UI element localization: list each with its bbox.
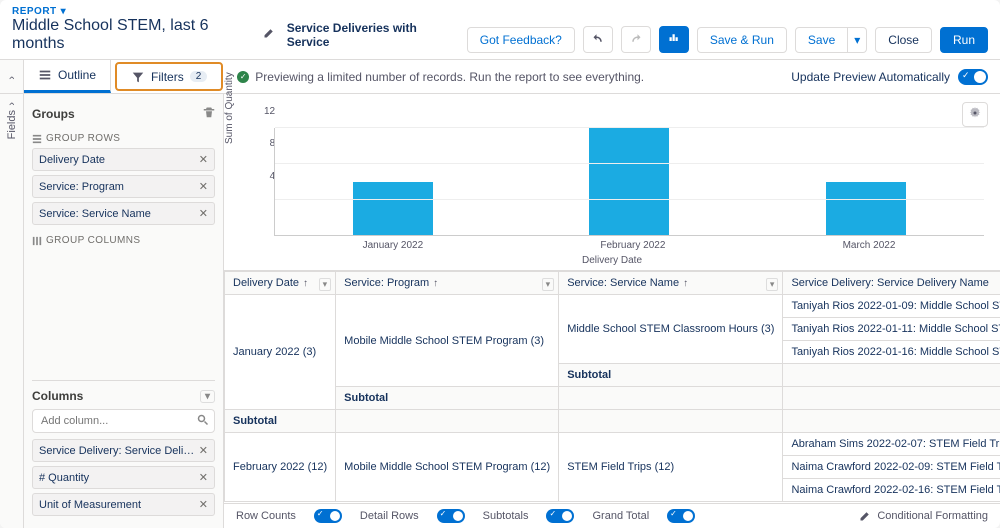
subtotal-row: Subtotal6 bbox=[225, 410, 1000, 433]
remove-icon[interactable]: ✕ bbox=[199, 444, 208, 457]
remove-icon[interactable]: ✕ bbox=[199, 498, 208, 511]
group-row-pill[interactable]: Delivery Date✕ bbox=[32, 148, 215, 171]
fields-gutter[interactable]: › Fields bbox=[0, 94, 24, 528]
preview-message: Previewing a limited number of records. … bbox=[255, 70, 644, 84]
auto-update-toggle[interactable] bbox=[958, 69, 988, 85]
chart-bar[interactable] bbox=[353, 182, 433, 236]
save-dropdown-button[interactable]: ▾ bbox=[848, 27, 867, 53]
group-row-pill[interactable]: Service: Program✕ bbox=[32, 175, 215, 198]
column-menu-icon[interactable]: ▾ bbox=[319, 278, 332, 291]
col-program[interactable]: Service: Program↑▾ bbox=[336, 272, 559, 295]
detail-rows-label: Detail Rows bbox=[360, 510, 419, 522]
remove-icon[interactable]: ✕ bbox=[199, 207, 208, 220]
rows-icon bbox=[32, 134, 42, 144]
tab-outline[interactable]: Outline bbox=[24, 60, 111, 93]
table-footer: Row Counts Detail Rows Subtotals Grand T… bbox=[224, 503, 1000, 528]
chart-plot bbox=[274, 128, 984, 236]
column-menu-icon[interactable]: ▾ bbox=[542, 278, 555, 291]
column-pill[interactable]: # Quantity✕ bbox=[32, 466, 215, 489]
pencil-icon[interactable] bbox=[263, 26, 275, 44]
save-button[interactable]: Save bbox=[795, 27, 848, 53]
filters-count-badge: 2 bbox=[190, 71, 208, 82]
chart-area: Sum of Quantity 12 8 4 bbox=[224, 94, 1000, 270]
report-table[interactable]: Delivery Date↑▾ Service: Program↑▾ Servi… bbox=[224, 270, 1000, 503]
remove-icon[interactable]: ✕ bbox=[199, 153, 208, 166]
caret-down-icon: ▾ bbox=[61, 6, 67, 17]
subtotals-label: Subtotals bbox=[483, 510, 529, 522]
outline-icon bbox=[38, 68, 52, 82]
chart-y-label: Sum of Quantity bbox=[224, 72, 235, 144]
remove-icon[interactable]: ✕ bbox=[199, 471, 208, 484]
col-delivery-date[interactable]: Delivery Date↑▾ bbox=[225, 272, 336, 295]
columns-heading: Columns bbox=[32, 389, 83, 403]
tab-outline-label: Outline bbox=[58, 68, 96, 82]
add-chart-button[interactable] bbox=[659, 26, 689, 53]
outline-sidebar: Groups GROUP ROWS Delivery Date✕ Service… bbox=[24, 94, 224, 528]
column-pill[interactable]: Unit of Measurement✕ bbox=[32, 493, 215, 516]
col-service-name[interactable]: Service: Service Name↑▾ bbox=[559, 272, 783, 295]
search-icon bbox=[197, 414, 209, 429]
trash-icon[interactable] bbox=[203, 106, 215, 121]
auto-update-label: Update Preview Automatically bbox=[791, 70, 950, 84]
close-button[interactable]: Close bbox=[875, 27, 932, 53]
pencil-icon bbox=[859, 510, 871, 522]
save-run-button[interactable]: Save & Run bbox=[697, 27, 787, 53]
sort-asc-icon: ↑ bbox=[433, 278, 438, 289]
row-counts-label: Row Counts bbox=[236, 510, 296, 522]
report-subtitle: Service Deliveries with Service bbox=[287, 21, 457, 49]
chevron-right-icon: › bbox=[6, 102, 18, 106]
undo-button[interactable] bbox=[583, 26, 613, 53]
chart-x-title: Delivery Date bbox=[240, 255, 984, 266]
group-columns-label: GROUP COLUMNS bbox=[46, 235, 140, 246]
redo-button[interactable] bbox=[621, 26, 651, 53]
sort-asc-icon: ↑ bbox=[683, 278, 688, 289]
chart-bar[interactable] bbox=[589, 128, 669, 235]
subtotal-row: Subtotal6 bbox=[225, 387, 1000, 410]
chevron-right-icon: › bbox=[6, 76, 18, 80]
add-column-input[interactable] bbox=[32, 409, 215, 433]
columns-dropdown[interactable]: ▾ bbox=[200, 390, 215, 403]
grand-total-toggle[interactable] bbox=[667, 509, 695, 523]
detail-rows-toggle[interactable] bbox=[437, 509, 465, 523]
filter-icon bbox=[131, 70, 145, 84]
tab-filters-label: Filters bbox=[151, 70, 184, 84]
fields-panel-toggle[interactable]: › bbox=[0, 60, 24, 93]
tab-filters[interactable]: Filters 2 bbox=[115, 62, 223, 91]
grand-total-label: Grand Total bbox=[592, 510, 649, 522]
chart-bar[interactable] bbox=[826, 182, 906, 236]
table-row[interactable]: February 2022 (12) Mobile Middle School … bbox=[225, 433, 1000, 456]
subtotals-toggle[interactable] bbox=[546, 509, 574, 523]
columns-icon bbox=[32, 236, 42, 246]
sort-asc-icon: ↑ bbox=[303, 278, 308, 289]
check-icon: ✓ bbox=[237, 71, 249, 83]
conditional-formatting-link[interactable]: Conditional Formatting bbox=[877, 510, 988, 522]
feedback-button[interactable]: Got Feedback? bbox=[467, 27, 575, 53]
report-type-label[interactable]: REPORT▾ bbox=[12, 6, 457, 17]
run-button[interactable]: Run bbox=[940, 27, 988, 53]
row-counts-toggle[interactable] bbox=[314, 509, 342, 523]
group-row-pill[interactable]: Service: Service Name✕ bbox=[32, 202, 215, 225]
group-rows-label: GROUP ROWS bbox=[46, 133, 120, 144]
report-header: REPORT▾ Middle School STEM, last 6 month… bbox=[0, 0, 1000, 60]
remove-icon[interactable]: ✕ bbox=[199, 180, 208, 193]
report-title: Middle School STEM, last 6 months bbox=[12, 17, 257, 53]
table-row[interactable]: January 2022 (3) Mobile Middle School ST… bbox=[225, 295, 1000, 318]
chart-x-labels: January 2022 February 2022 March 2022 bbox=[240, 240, 984, 251]
column-menu-icon[interactable]: ▾ bbox=[766, 278, 779, 291]
groups-heading: Groups bbox=[32, 107, 75, 121]
column-pill[interactable]: Service Delivery: Service Delivery✕ bbox=[32, 439, 215, 462]
col-delivery-name[interactable]: Service Delivery: Service Delivery Name▾ bbox=[783, 272, 1000, 295]
fields-gutter-label: Fields bbox=[6, 110, 18, 139]
